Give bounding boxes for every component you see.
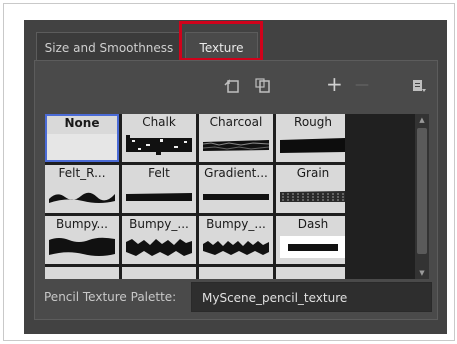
texture-cell-charcoal[interactable]: Charcoal	[199, 114, 273, 162]
rough-swatch	[280, 138, 345, 153]
menu-icon[interactable]	[411, 78, 427, 98]
import-texture-icon[interactable]	[223, 78, 241, 98]
texture-label: Bumpy...	[56, 217, 108, 231]
texture-label: Dash	[297, 217, 329, 231]
texture-label: Rough	[294, 115, 332, 129]
texture-panel: Size and Smoothness Texture + — None Cha…	[24, 20, 447, 334]
texture-cell-rough[interactable]: Rough	[276, 114, 345, 162]
scrollbar-thumb[interactable]	[417, 128, 427, 254]
dialog-frame: Size and Smoothness Texture + — None Cha…	[3, 3, 455, 341]
texture-cell-partial[interactable]	[122, 267, 196, 279]
texture-label: Felt	[148, 166, 170, 180]
texture-cell-bumpy-2[interactable]: Bumpy_...	[122, 216, 196, 264]
grain-swatch	[280, 191, 345, 202]
bumpy-3-swatch	[203, 241, 269, 255]
felt-swatch	[126, 193, 192, 201]
texture-label: None	[64, 116, 100, 130]
scroll-up-icon[interactable]: ▲	[415, 114, 429, 126]
chalk-swatch	[126, 135, 192, 155]
texture-cell-felt-r[interactable]: Felt_R...	[45, 165, 119, 213]
texture-cell-bumpy-3[interactable]: Bumpy_...	[199, 216, 273, 264]
texture-cell-felt[interactable]: Felt	[122, 165, 196, 213]
texture-label: Felt_R...	[58, 166, 106, 180]
pencil-texture-palette-field[interactable]: MyScene_pencil_texture	[191, 282, 432, 312]
texture-label: Grain	[296, 166, 330, 180]
dash-swatch	[280, 236, 345, 258]
gradient-swatch	[203, 194, 269, 200]
remove-icon[interactable]: —	[355, 77, 369, 93]
texture-label: Chalk	[142, 115, 176, 129]
texture-label: Gradient...	[204, 166, 268, 180]
texture-cell-partial[interactable]	[45, 267, 119, 279]
texture-cell-dash[interactable]: Dash	[276, 216, 345, 264]
bumpy-2-swatch	[126, 239, 192, 256]
felt-r-swatch	[49, 192, 115, 203]
pencil-texture-palette-label: Pencil Texture Palette:	[44, 290, 177, 304]
clone-texture-icon[interactable]	[254, 78, 272, 98]
add-icon[interactable]: +	[326, 74, 343, 94]
texture-content-area: + — None Chalk Charcoal Rough Felt_R... …	[34, 60, 438, 320]
tab-size-and-smoothness[interactable]: Size and Smoothness	[36, 32, 182, 60]
texture-cell-partial[interactable]	[199, 267, 273, 279]
texture-cell-gradient[interactable]: Gradient...	[199, 165, 273, 213]
texture-label: Bumpy_...	[206, 217, 266, 231]
charcoal-swatch	[203, 140, 269, 151]
scroll-down-icon[interactable]: ▼	[415, 267, 429, 279]
bumpy-1-swatch	[49, 237, 115, 256]
texture-grid: None Chalk Charcoal Rough Felt_R... Felt…	[45, 114, 345, 279]
texture-tab-highlight	[179, 21, 263, 61]
texture-label: Charcoal	[209, 115, 263, 129]
texture-cell-partial[interactable]	[276, 267, 345, 279]
texture-label: Bumpy_...	[129, 217, 189, 231]
texture-swatch	[47, 134, 117, 160]
texture-scrollbar[interactable]: ▲ ▼	[415, 114, 429, 279]
texture-cell-chalk[interactable]: Chalk	[122, 114, 196, 162]
texture-cell-bumpy-1[interactable]: Bumpy...	[45, 216, 119, 264]
texture-cell-grain[interactable]: Grain	[276, 165, 345, 213]
texture-cell-none[interactable]: None	[45, 114, 119, 162]
